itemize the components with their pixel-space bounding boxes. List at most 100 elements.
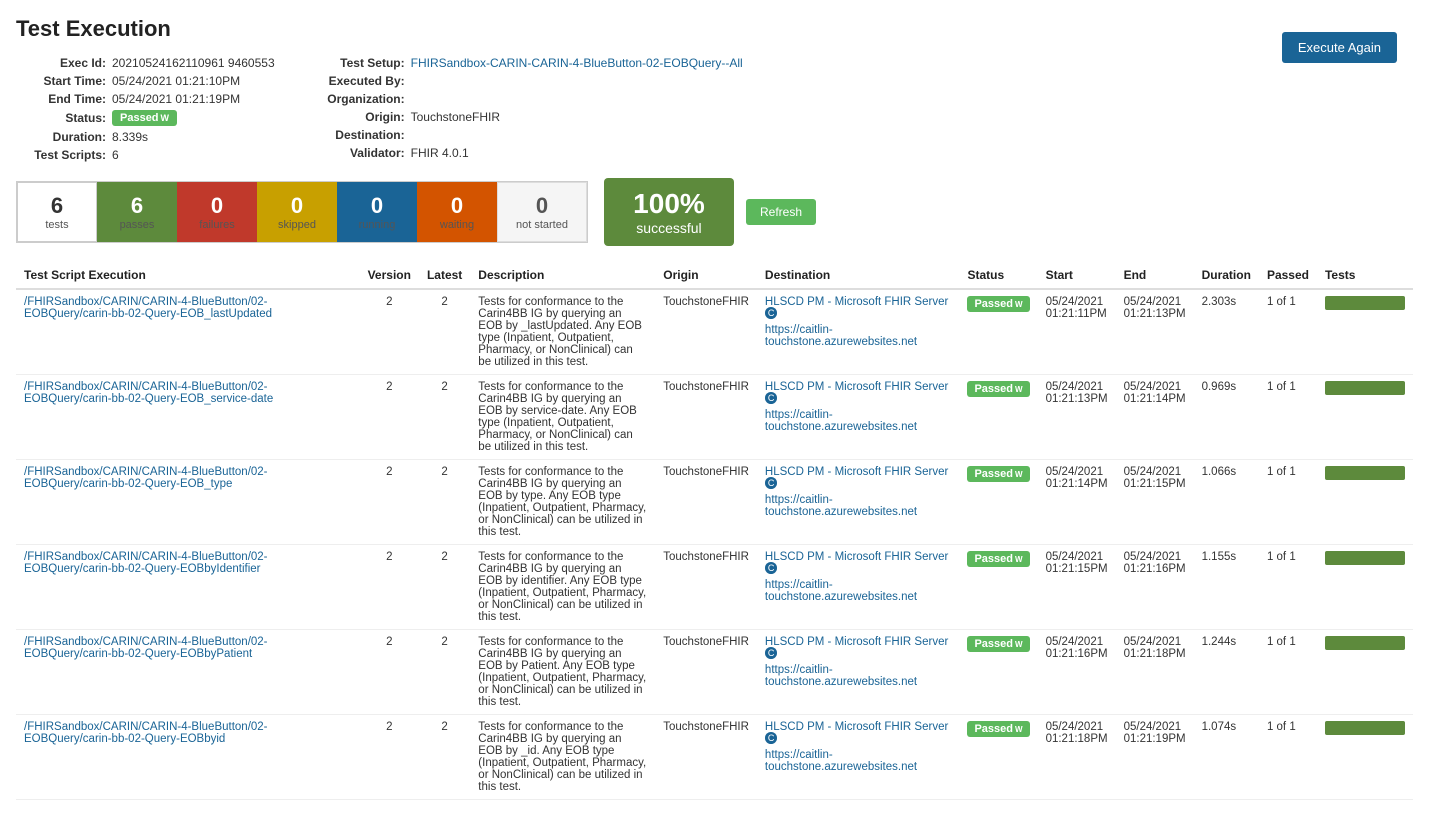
test-scripts-value: 6: [112, 148, 119, 162]
destination-link-1[interactable]: HLSCD PM - Microsoft FHIR Server C: [765, 381, 948, 409]
destination-url-link-0[interactable]: https://caitlin-touchstone.azurewebsites…: [765, 324, 917, 348]
progress-bar-fill-0: [1325, 296, 1405, 310]
cell-tests-5: [1317, 715, 1413, 800]
origin-row: Origin: TouchstoneFHIR: [315, 110, 743, 124]
meta-left: Exec Id: 20210524162110961 9460553 Start…: [16, 56, 275, 162]
script-link-2[interactable]: /FHIRSandbox/CARIN/CARIN-4-BlueButton/02…: [24, 466, 268, 490]
destination-label: Destination:: [315, 128, 405, 142]
tests-num: 6: [51, 193, 63, 219]
script-link-0[interactable]: /FHIRSandbox/CARIN/CARIN-4-BlueButton/02…: [24, 296, 272, 320]
col-script: Test Script Execution: [16, 262, 360, 289]
results-table: Test Script Execution Version Latest Des…: [16, 262, 1413, 800]
cell-script-1: /FHIRSandbox/CARIN/CARIN-4-BlueButton/02…: [16, 375, 360, 460]
destination-link-3[interactable]: HLSCD PM - Microsoft FHIR Server C: [765, 551, 948, 579]
cell-version-2: 2: [360, 460, 419, 545]
status-row: Status: Passed W: [16, 110, 275, 126]
test-setup-link[interactable]: FHIRSandbox-CARIN-CARIN-4-BlueButton-02-…: [411, 56, 743, 70]
destination-url-link-2[interactable]: https://caitlin-touchstone.azurewebsites…: [765, 494, 917, 518]
organization-row: Organization:: [315, 92, 743, 106]
cell-latest-5: 2: [419, 715, 470, 800]
not-started-num: 0: [536, 193, 548, 219]
cell-script-3: /FHIRSandbox/CARIN/CARIN-4-BlueButton/02…: [16, 545, 360, 630]
validator-label: Validator:: [315, 146, 405, 160]
table-row: /FHIRSandbox/CARIN/CARIN-4-BlueButton/02…: [16, 545, 1413, 630]
cell-description-3: Tests for conformance to the Carin4BB IG…: [470, 545, 655, 630]
cell-origin-5: TouchstoneFHIR: [655, 715, 757, 800]
cell-start-0: 05/24/2021 01:21:11PM: [1038, 289, 1116, 375]
refresh-button[interactable]: Refresh: [746, 199, 816, 225]
progress-bar-container-3: [1325, 551, 1405, 565]
test-scripts-row: Test Scripts: 6: [16, 148, 275, 162]
cell-end-1: 05/24/2021 01:21:14PM: [1116, 375, 1194, 460]
start-time-value: 05/24/2021 01:21:10PM: [112, 74, 240, 88]
status-badge-3: PassedW: [967, 551, 1029, 567]
running-box: 0 running: [337, 182, 417, 242]
destination-url-link-3[interactable]: https://caitlin-touchstone.azurewebsites…: [765, 579, 917, 603]
cell-tests-4: [1317, 630, 1413, 715]
status-label: Status:: [16, 111, 106, 125]
script-link-5[interactable]: /FHIRSandbox/CARIN/CARIN-4-BlueButton/02…: [24, 721, 268, 745]
duration-row: Duration: 8.339s: [16, 130, 275, 144]
destination-row: Destination:: [315, 128, 743, 142]
col-end: End: [1116, 262, 1194, 289]
cell-origin-1: TouchstoneFHIR: [655, 375, 757, 460]
cell-description-2: Tests for conformance to the Carin4BB IG…: [470, 460, 655, 545]
script-link-1[interactable]: /FHIRSandbox/CARIN/CARIN-4-BlueButton/02…: [24, 381, 273, 405]
cell-status-0: PassedW: [959, 289, 1037, 375]
cell-script-0: /FHIRSandbox/CARIN/CARIN-4-BlueButton/02…: [16, 289, 360, 375]
test-scripts-label: Test Scripts:: [16, 148, 106, 162]
cell-latest-1: 2: [419, 375, 470, 460]
cell-start-1: 05/24/2021 01:21:13PM: [1038, 375, 1116, 460]
page-title: Test Execution: [16, 16, 1413, 42]
execute-again-button[interactable]: Execute Again: [1282, 32, 1397, 63]
col-passed: Passed: [1259, 262, 1317, 289]
cell-version-0: 2: [360, 289, 419, 375]
cell-origin-0: TouchstoneFHIR: [655, 289, 757, 375]
destination-url-link-5[interactable]: https://caitlin-touchstone.azurewebsites…: [765, 749, 917, 773]
tests-lbl: tests: [45, 219, 68, 231]
passes-num: 6: [131, 193, 143, 219]
script-link-3[interactable]: /FHIRSandbox/CARIN/CARIN-4-BlueButton/02…: [24, 551, 268, 575]
cell-tests-2: [1317, 460, 1413, 545]
progress-bar-fill-4: [1325, 636, 1405, 650]
destination-url-link-1[interactable]: https://caitlin-touchstone.azurewebsites…: [765, 409, 917, 433]
executed-by-label: Executed By:: [315, 74, 405, 88]
col-duration: Duration: [1194, 262, 1259, 289]
cell-version-4: 2: [360, 630, 419, 715]
start-time-row: Start Time: 05/24/2021 01:21:10PM: [16, 74, 275, 88]
cell-end-0: 05/24/2021 01:21:13PM: [1116, 289, 1194, 375]
cell-latest-4: 2: [419, 630, 470, 715]
passes-box: 6 passes: [97, 182, 177, 242]
progress-bar-fill-3: [1325, 551, 1405, 565]
destination-link-2[interactable]: HLSCD PM - Microsoft FHIR Server C: [765, 466, 948, 494]
progress-bar-container-4: [1325, 636, 1405, 650]
cell-description-4: Tests for conformance to the Carin4BB IG…: [470, 630, 655, 715]
cell-start-3: 05/24/2021 01:21:15PM: [1038, 545, 1116, 630]
table-body: /FHIRSandbox/CARIN/CARIN-4-BlueButton/02…: [16, 289, 1413, 800]
cell-latest-2: 2: [419, 460, 470, 545]
waiting-box: 0 waiting: [417, 182, 497, 242]
cell-duration-0: 2.303s: [1194, 289, 1259, 375]
destination-link-5[interactable]: HLSCD PM - Microsoft FHIR Server C: [765, 721, 948, 749]
status-badge: Passed W: [112, 110, 177, 126]
destination-link-4[interactable]: HLSCD PM - Microsoft FHIR Server C: [765, 636, 948, 664]
status-badge-5: PassedW: [967, 721, 1029, 737]
cell-status-1: PassedW: [959, 375, 1037, 460]
destination-url-link-4[interactable]: https://caitlin-touchstone.azurewebsites…: [765, 664, 917, 688]
waiting-lbl: waiting: [440, 219, 474, 231]
progress-bar-fill-5: [1325, 721, 1405, 735]
tests-box: 6 tests: [17, 182, 97, 242]
script-link-4[interactable]: /FHIRSandbox/CARIN/CARIN-4-BlueButton/02…: [24, 636, 268, 660]
validator-value: FHIR 4.0.1: [411, 146, 469, 160]
end-time-label: End Time:: [16, 92, 106, 106]
cell-latest-3: 2: [419, 545, 470, 630]
cell-passed-0: 1 of 1: [1259, 289, 1317, 375]
origin-label: Origin:: [315, 110, 405, 124]
destination-link-0[interactable]: HLSCD PM - Microsoft FHIR Server C: [765, 296, 948, 324]
cell-script-4: /FHIRSandbox/CARIN/CARIN-4-BlueButton/02…: [16, 630, 360, 715]
not-started-box: 0 not started: [497, 182, 587, 242]
results-table-container: Test Script Execution Version Latest Des…: [16, 262, 1413, 800]
organization-label: Organization:: [315, 92, 405, 106]
skipped-lbl: skipped: [278, 219, 316, 231]
cell-tests-0: [1317, 289, 1413, 375]
